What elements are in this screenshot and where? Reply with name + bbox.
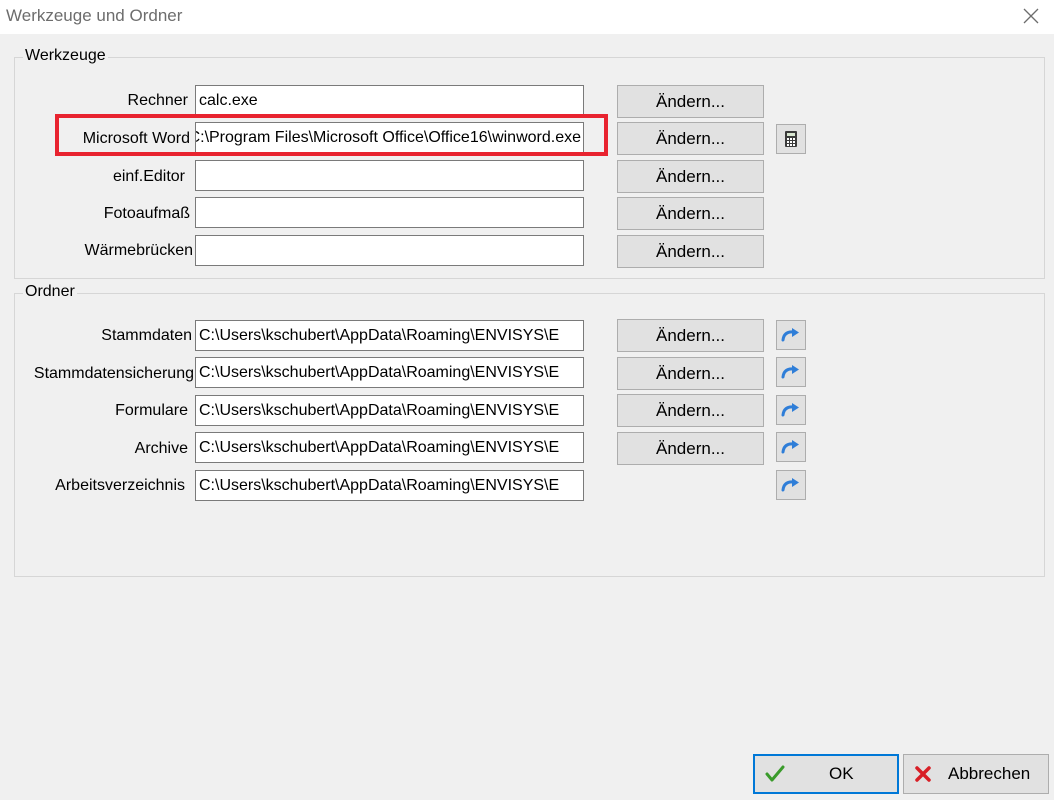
reset-button-arbeitsverzeichnis[interactable] — [776, 470, 806, 500]
change-button-stammdaten[interactable]: Ändern... — [617, 319, 764, 352]
folder-label-formulare: Formulare — [115, 402, 188, 419]
folders-group-label: Ordner — [23, 283, 77, 301]
tool-label-fotoaufmass: Fotoaufmaß — [103, 205, 190, 222]
folder-label-stammdatensicherung: Stammdatensicherung — [33, 365, 194, 382]
change-button-word[interactable]: Ändern... — [617, 122, 764, 155]
ok-label: OK — [829, 764, 854, 783]
tool-label-waermebruecken: Wärmebrücken — [84, 242, 193, 259]
checkmark-icon — [765, 765, 785, 782]
change-button-formulare[interactable]: Ändern... — [617, 394, 764, 427]
title-bar: Werkzeuge und Ordner — [0, 0, 1054, 34]
change-button-stammdatensicherung[interactable]: Ändern... — [617, 357, 764, 390]
redo-arrow-icon — [781, 478, 799, 492]
redo-arrow-icon — [781, 365, 799, 379]
change-button-rechner[interactable]: Ändern... — [617, 85, 764, 118]
reset-button-stammdaten[interactable] — [776, 320, 806, 350]
folder-label-archive: Archive — [134, 440, 188, 457]
redo-arrow-icon — [781, 403, 799, 417]
ok-button[interactable]: OK — [753, 754, 899, 794]
tool-field-word[interactable]: C:\Program Files\Microsoft Office\Office… — [195, 122, 584, 153]
calculator-icon — [785, 131, 797, 147]
reset-button-stammdatensicherung[interactable] — [776, 357, 806, 387]
folder-label-stammdaten: Stammdaten — [101, 327, 192, 344]
folder-field-formulare[interactable]: C:\Users\kschubert\AppData\Roaming\ENVIS… — [195, 395, 584, 426]
folder-field-stammdatensicherung[interactable]: C:\Users\kschubert\AppData\Roaming\ENVIS… — [195, 357, 584, 388]
folder-field-arbeitsverzeichnis[interactable]: C:\Users\kschubert\AppData\Roaming\ENVIS… — [195, 470, 584, 501]
close-button[interactable] — [1016, 2, 1046, 30]
cancel-label: Abbrechen — [948, 764, 1031, 783]
folder-field-stammdaten[interactable]: C:\Users\kschubert\AppData\Roaming\ENVIS… — [195, 320, 584, 351]
folder-label-arbeitsverzeichnis: Arbeitsverzeichnis — [55, 477, 185, 494]
change-button-fotoaufmass[interactable]: Ändern... — [617, 197, 764, 230]
folder-field-archive[interactable]: C:\Users\kschubert\AppData\Roaming\ENVIS… — [195, 432, 584, 463]
window-title: Werkzeuge und Ordner — [6, 6, 183, 25]
redo-arrow-icon — [781, 328, 799, 342]
change-button-archive[interactable]: Ändern... — [617, 432, 764, 465]
tools-group-label: Werkzeuge — [23, 47, 108, 65]
redo-arrow-icon — [781, 440, 799, 454]
change-button-waermebruecken[interactable]: Ändern... — [617, 235, 764, 268]
tool-field-word-value: C:\Program Files\Microsoft Office\Office… — [195, 129, 581, 146]
tool-label-editor: einf.Editor — [112, 168, 185, 185]
change-button-editor[interactable]: Ändern... — [617, 160, 764, 193]
reset-button-archive[interactable] — [776, 432, 806, 462]
tool-field-waermebruecken[interactable] — [195, 235, 584, 266]
x-icon — [915, 766, 931, 782]
tool-label-word: Microsoft Word — [82, 130, 190, 147]
close-icon — [1023, 8, 1039, 24]
tool-field-rechner[interactable]: calc.exe — [195, 85, 584, 116]
reset-button-formulare[interactable] — [776, 395, 806, 425]
tool-label-rechner: Rechner — [127, 92, 188, 109]
tool-field-editor[interactable] — [195, 160, 584, 191]
tool-field-fotoaufmass[interactable] — [195, 197, 584, 228]
word-test-button[interactable] — [776, 124, 806, 154]
cancel-button[interactable]: Abbrechen — [903, 754, 1049, 794]
